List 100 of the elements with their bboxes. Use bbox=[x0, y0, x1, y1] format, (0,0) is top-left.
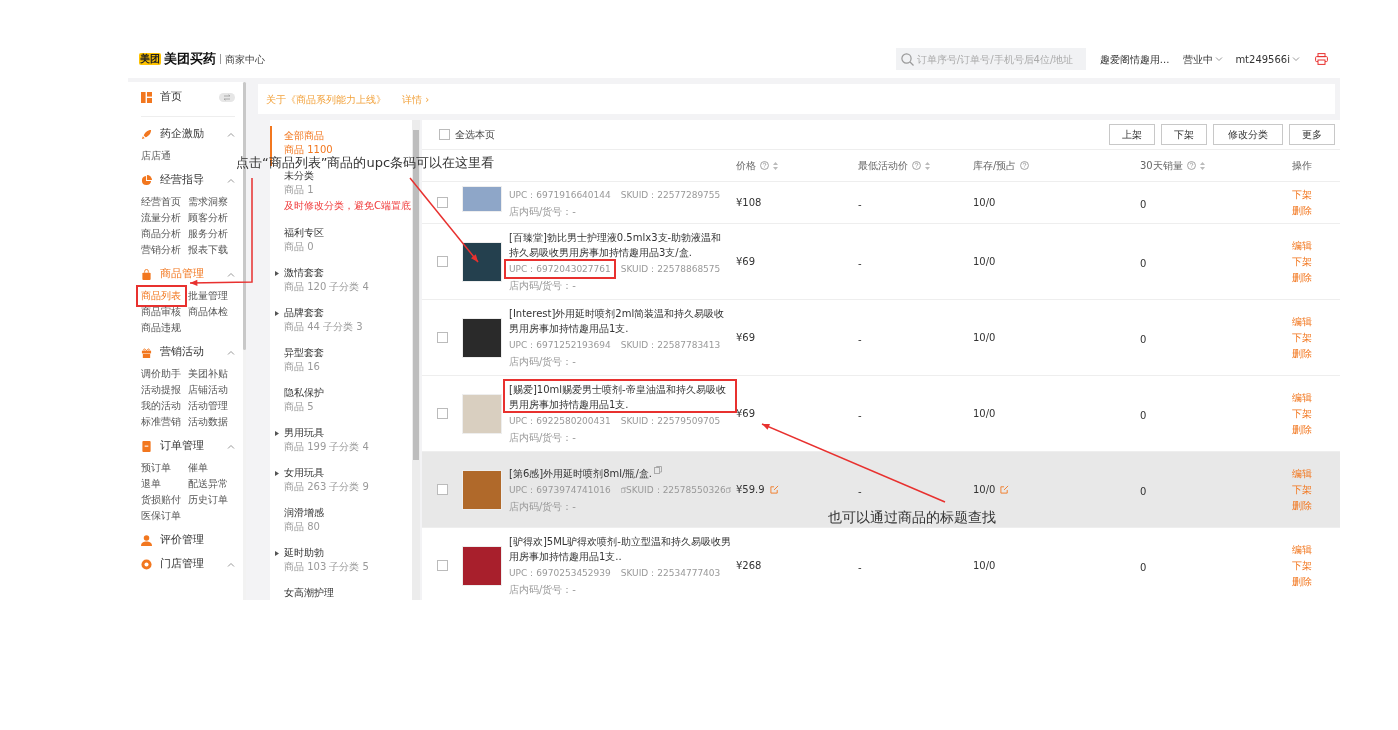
category-name[interactable]: 润滑增感 bbox=[284, 506, 324, 520]
sidebar-section[interactable]: 评价管理 bbox=[141, 529, 235, 551]
sort-icon[interactable] bbox=[773, 161, 778, 170]
gift-icon bbox=[141, 346, 152, 358]
header-subtitle: 商家中心 bbox=[225, 52, 265, 67]
sidebar-item[interactable]: 经营首页 bbox=[141, 195, 181, 209]
help-icon[interactable] bbox=[760, 161, 769, 170]
chevron-icon bbox=[227, 443, 235, 449]
sidebar-item[interactable]: 活动管理 bbox=[188, 399, 228, 413]
sidebar-item[interactable]: 活动提报 bbox=[141, 383, 181, 397]
sidebar-item[interactable]: 催单 bbox=[188, 461, 208, 475]
category-name[interactable]: 隐私保护 bbox=[284, 386, 324, 400]
copy-icon[interactable] bbox=[653, 465, 662, 474]
product-title[interactable]: [第6感]外用延时喷剂8ml/瓶/盒. bbox=[509, 465, 652, 481]
product-title[interactable]: [赐爱]10ml赐爱男士喷剂-帝皇油温和持久易吸收男用房事加持情趣用品1支. bbox=[509, 382, 731, 412]
product-title[interactable]: [驴得欢]5ML驴得欢喷剂-助立型温和持久易吸收男用房事加持情趣用品1支.. bbox=[509, 534, 731, 564]
price: ¥69 bbox=[736, 255, 756, 269]
sidebar-item[interactable]: 报表下载 bbox=[188, 243, 228, 257]
category-name[interactable]: 延时助勃 bbox=[284, 546, 324, 560]
caret-icon[interactable] bbox=[275, 271, 279, 276]
sidebar-item[interactable]: 美团补贴 bbox=[188, 367, 228, 381]
sidebar-item[interactable]: 店铺活动 bbox=[188, 383, 228, 397]
sidebar-item[interactable]: 活动数据 bbox=[188, 415, 228, 429]
product-skuid: SKUID：22579509705 bbox=[620, 415, 721, 428]
sidebar-item[interactable]: 调价助手 bbox=[141, 367, 181, 381]
category-name[interactable]: 男用玩具 bbox=[284, 426, 324, 440]
category-name[interactable]: 激情套套 bbox=[284, 266, 324, 280]
checkbox[interactable] bbox=[436, 197, 448, 208]
sidebar-item[interactable]: 标准营销 bbox=[141, 415, 181, 429]
sidebar-section[interactable]: 门店管理 bbox=[141, 553, 235, 575]
product-title[interactable]: [Interest]外用延时喷剂2ml简装温和持久易吸收男用房事加持情趣用品1支. bbox=[509, 306, 731, 336]
sidebar-item[interactable]: 店店通 bbox=[141, 149, 171, 163]
checkbox[interactable] bbox=[436, 408, 448, 419]
sidebar-item[interactable]: 顾客分析 bbox=[188, 211, 228, 225]
sidebar-item[interactable]: 商品分析 bbox=[141, 227, 181, 241]
status-dropdown[interactable]: 营业中 bbox=[1183, 51, 1214, 67]
sidebar-section[interactable]: 经营指导 bbox=[141, 169, 235, 191]
category-name[interactable]: 品牌套套 bbox=[284, 306, 324, 320]
sidebar-item[interactable]: 商品体检 bbox=[188, 305, 228, 319]
sidebar-item[interactable]: 我的活动 bbox=[141, 399, 181, 413]
category-name[interactable]: 异型套套 bbox=[284, 346, 324, 360]
sidebar-section[interactable]: 订单管理 bbox=[141, 435, 235, 457]
caret-icon[interactable] bbox=[275, 311, 279, 316]
help-icon[interactable] bbox=[912, 161, 921, 170]
toolbar-button[interactable]: 修改分类 bbox=[1213, 124, 1283, 145]
sidebar-section[interactable]: 首页 bbox=[141, 86, 235, 108]
sidebar-section[interactable]: 营销活动 bbox=[141, 341, 235, 363]
toolbar-button[interactable]: 上架 bbox=[1109, 124, 1155, 145]
printer-icon[interactable] bbox=[1315, 53, 1328, 65]
checkbox[interactable] bbox=[436, 484, 448, 495]
sidebar-item[interactable]: 退单 bbox=[141, 477, 161, 491]
toolbar-button[interactable]: 更多 bbox=[1289, 124, 1335, 145]
sidebar-section[interactable]: 药企激励 bbox=[141, 123, 235, 145]
product-code: 店内码/货号：- bbox=[509, 583, 576, 597]
category-name[interactable]: 福利专区 bbox=[284, 226, 324, 240]
sidebar-item[interactable]: 批量管理 bbox=[188, 289, 228, 303]
min-price: - bbox=[858, 409, 862, 421]
caret-icon[interactable] bbox=[275, 551, 279, 556]
checkbox[interactable] bbox=[436, 256, 448, 267]
sidebar-item[interactable]: 服务分析 bbox=[188, 227, 228, 241]
help-icon[interactable] bbox=[1186, 161, 1196, 170]
caret-icon[interactable] bbox=[275, 431, 279, 436]
category-name[interactable]: 女用玩具 bbox=[284, 466, 324, 480]
sales: 0 bbox=[1140, 257, 1147, 269]
chevron-icon bbox=[1292, 56, 1300, 62]
sidebar-item[interactable]: 预订单 bbox=[141, 461, 171, 475]
sidebar-item[interactable]: 营销分析 bbox=[141, 243, 181, 257]
sidebar-item[interactable]: 流量分析 bbox=[141, 211, 181, 225]
min-price: - bbox=[858, 257, 862, 269]
edit-icon[interactable] bbox=[769, 485, 779, 494]
sidebar-item[interactable]: 商品违规 bbox=[141, 321, 181, 335]
product-code: 店内码/货号：- bbox=[509, 499, 576, 514]
sidebar-item[interactable]: 需求洞察 bbox=[188, 195, 228, 209]
sidebar-item[interactable]: 商品审核 bbox=[141, 305, 181, 319]
sidebar-item[interactable]: 医保订单 bbox=[141, 509, 181, 523]
category-name[interactable]: 女高潮护理 bbox=[284, 586, 334, 600]
checkbox[interactable] bbox=[436, 332, 448, 343]
sidebar-item[interactable]: 货损赔付 bbox=[141, 493, 181, 507]
switch-icon[interactable] bbox=[219, 92, 235, 102]
product-title[interactable]: [百臻堂]勃比男士护理液0.5mlx3支-助勃液温和持久易吸收男用房事加持情趣用品3支/盒. bbox=[509, 230, 731, 260]
caret-icon[interactable] bbox=[275, 471, 279, 476]
checkbox[interactable] bbox=[436, 560, 448, 571]
sidebar-item[interactable]: 历史订单 bbox=[188, 493, 228, 507]
sidebar-item[interactable]: 配送异常 bbox=[188, 477, 228, 491]
edit-icon[interactable] bbox=[1000, 485, 1010, 494]
sales: 0 bbox=[1140, 409, 1147, 421]
sort-icon[interactable] bbox=[1199, 161, 1205, 170]
category-name[interactable]: 未分类 bbox=[284, 169, 314, 183]
toolbar-button[interactable]: 下架 bbox=[1161, 124, 1207, 145]
help-icon[interactable] bbox=[1020, 161, 1030, 170]
copy-icon[interactable] bbox=[725, 486, 731, 494]
table-row[interactable]: [赐爱]10ml赐爱男士喷剂-帝皇油温和持久易吸收男用房事加持情趣用品1支. UPC：6922580200431 SKUID：22579509705 店内码/货号：- ¥69 - 10/0 0 编辑 下架 删除 bbox=[422, 376, 1340, 452]
sort-icon[interactable] bbox=[925, 161, 930, 170]
account-dropdown[interactable]: mt249566i bbox=[1235, 51, 1290, 67]
product-upc: UPC：6971252193694 bbox=[509, 340, 611, 350]
annotation-text: 点击“商品列表”商品的upc条码可以在这里看 bbox=[236, 155, 495, 170]
logo-badge: 美团 bbox=[139, 53, 161, 65]
copy-icon[interactable] bbox=[620, 486, 627, 494]
checkbox[interactable] bbox=[439, 129, 450, 140]
store-name[interactable]: 趣爱阁情趣用... bbox=[1099, 51, 1170, 67]
